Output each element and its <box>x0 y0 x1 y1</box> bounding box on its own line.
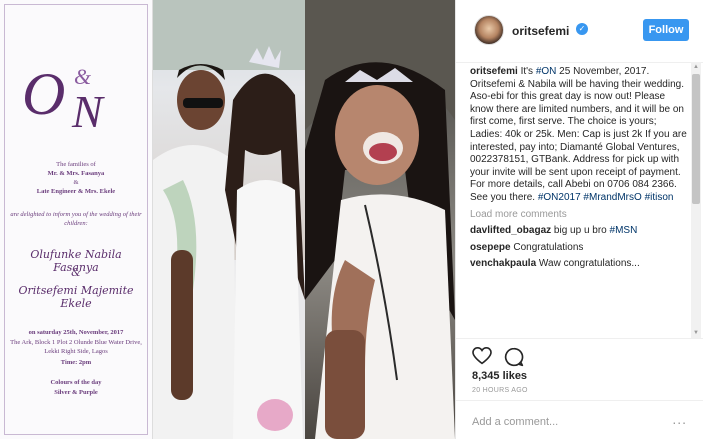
caption-text-main: 25 November, 2017. Oritsefemi & Nabila w… <box>470 66 687 203</box>
colours-title: Colours of the day <box>50 379 102 386</box>
event-date: on saturday 25th, November, 2017 <box>28 329 124 336</box>
svg-text:N: N <box>71 86 105 132</box>
name-amp: & <box>71 266 81 279</box>
verified-badge-icon: ✓ <box>576 23 588 35</box>
event-time: Time: 2pm <box>60 359 92 366</box>
avatar[interactable] <box>474 15 504 45</box>
comment-text: big up u bro <box>551 225 610 237</box>
post-actions: 8,345 likes 20 HOURS AGO <box>456 338 703 399</box>
family-2: Late Engineer & Mrs. Ekele <box>36 188 116 195</box>
post-sidebar: oritsefemi ✓ Follow oritsefemi It's #ON … <box>455 0 703 439</box>
comment-item: davlifted_obagaz big up u bro #MSN <box>470 225 688 238</box>
more-options-icon[interactable]: ... <box>672 411 687 427</box>
instagram-post: O & N The families of Mr. & Mrs. Fasanya… <box>0 0 703 439</box>
comment-item: osepepe Congratulations <box>470 242 688 255</box>
bride-photo <box>305 0 455 439</box>
comment-icon[interactable] <box>504 347 524 367</box>
heart-icon[interactable] <box>472 347 492 365</box>
post-timestamp[interactable]: 20 HOURS AGO <box>472 387 528 394</box>
comment-text: Waw congratulations... <box>536 258 640 270</box>
comment-item: venchakpaula Waw congratulations... <box>470 258 688 271</box>
hashtag-on[interactable]: #ON <box>536 66 557 77</box>
caption-username[interactable]: oritsefemi <box>470 66 518 77</box>
family-1: Mr. & Mrs. Fasanya <box>47 170 105 177</box>
comment-text: Congratulations <box>510 241 584 253</box>
groom-name: Oritsefemi Majemite Ekele <box>18 284 134 310</box>
follow-button[interactable]: Follow <box>643 19 689 41</box>
comments-scrollbar[interactable]: ▲ ▼ <box>691 62 701 338</box>
comment-hashtag[interactable]: #MSN <box>610 225 638 236</box>
likes-count[interactable]: 8,345 likes <box>472 370 527 382</box>
hashtag-mrandmrso[interactable]: #MrandMrsO <box>583 192 641 203</box>
couple-photo-illustration <box>153 0 305 439</box>
load-more-comments[interactable]: Load more comments <box>470 209 688 222</box>
add-comment-bar: Add a comment... ... <box>456 400 703 440</box>
svg-text:O: O <box>22 61 65 127</box>
post-image[interactable]: O & N The families of Mr. & Mrs. Fasanya… <box>0 0 455 439</box>
event-venue: The Ark, Block 1 Plot 2 Olunde Blue Wate… <box>10 339 142 355</box>
scroll-down-arrow-icon[interactable]: ▼ <box>691 328 701 338</box>
colours-value: Silver & Purple <box>54 389 98 396</box>
caption-text-before: It's <box>517 66 536 77</box>
hashtag-on2017[interactable]: #ON2017 <box>538 192 581 203</box>
couple-photo <box>153 0 305 439</box>
wedding-invitation-card: O & N The families of Mr. & Mrs. Fasanya… <box>0 0 153 439</box>
post-header: oritsefemi ✓ Follow <box>456 0 703 63</box>
add-comment-input[interactable]: Add a comment... <box>472 416 558 428</box>
comment-username[interactable]: osepepe <box>470 242 511 253</box>
caption: oritsefemi It's #ON 25 November, 2017. O… <box>470 66 688 205</box>
families-intro: The families of <box>56 161 96 168</box>
family-and: & <box>73 179 79 186</box>
hashtag-itison[interactable]: #itison <box>645 192 674 203</box>
header-username[interactable]: oritsefemi <box>512 24 569 38</box>
scroll-up-arrow-icon[interactable]: ▲ <box>691 62 701 72</box>
comment-username[interactable]: davlifted_obagaz <box>470 225 551 236</box>
monogram-logo: O & N <box>22 61 105 132</box>
comment-username[interactable]: venchakpaula <box>470 258 536 269</box>
scrollbar-thumb[interactable] <box>692 74 700 204</box>
delighted-text: are delighted to inform you of the weddi… <box>10 211 142 227</box>
bride-photo-illustration <box>305 0 455 439</box>
comments-section: oritsefemi It's #ON 25 November, 2017. O… <box>470 66 688 336</box>
